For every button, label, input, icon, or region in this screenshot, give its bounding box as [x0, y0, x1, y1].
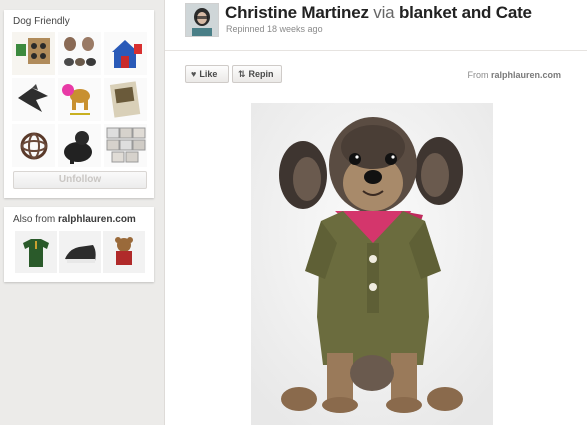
also-from-thumb[interactable] [15, 231, 57, 273]
also-from-title: Also from ralphlauren.com [13, 214, 136, 225]
pin-detail-panel: Christine Martinez via blanket and Cate … [165, 0, 587, 425]
board-thumbnail-grid [12, 32, 147, 167]
pinner-attribution: Christine Martinez via blanket and Cate [225, 3, 532, 23]
pinner-avatar[interactable] [185, 3, 219, 37]
like-label: Like [199, 69, 218, 79]
source-prefix: From [467, 70, 489, 80]
board-thumb[interactable] [12, 124, 55, 167]
also-from-thumb[interactable] [59, 231, 101, 273]
like-button[interactable]: ♥ Like [185, 65, 229, 83]
pin-image[interactable] [251, 103, 493, 425]
header-divider [165, 50, 587, 51]
board-name-link[interactable]: blanket and Cate [399, 3, 532, 22]
also-from-thumbnails [15, 231, 145, 273]
heart-icon: ♥ [191, 69, 197, 79]
also-from-prefix: Also from [13, 214, 59, 225]
via-label: via [373, 3, 395, 22]
pinner-name-link[interactable]: Christine Martinez [225, 3, 369, 22]
pin-source: From ralphlauren.com [467, 70, 561, 80]
board-thumb[interactable] [58, 78, 101, 121]
repin-label: Repin [248, 69, 274, 79]
source-domain-link[interactable]: ralphlauren.com [491, 70, 561, 80]
also-from-source-link[interactable]: ralphlauren.com [58, 214, 136, 225]
board-title[interactable]: Dog Friendly [13, 16, 70, 27]
repin-button[interactable]: ⇅ Repin [232, 65, 282, 83]
board-thumb[interactable] [58, 124, 101, 167]
unfollow-button[interactable]: Unfollow [13, 171, 147, 189]
left-sidebar: Dog Friendly Unfollow Also from ralphlau… [0, 0, 165, 425]
board-thumb[interactable] [12, 32, 55, 75]
board-thumb[interactable] [12, 78, 55, 121]
board-thumb[interactable] [58, 32, 101, 75]
board-thumb[interactable] [104, 124, 147, 167]
board-card: Dog Friendly Unfollow [4, 10, 154, 198]
also-from-thumb[interactable] [103, 231, 145, 273]
also-from-card: Also from ralphlauren.com [4, 207, 154, 282]
repin-arrows-icon: ⇅ [238, 68, 246, 79]
board-thumb[interactable] [104, 32, 147, 75]
repinned-timestamp: Repinned 18 weeks ago [226, 24, 323, 34]
board-thumb[interactable] [104, 78, 147, 121]
